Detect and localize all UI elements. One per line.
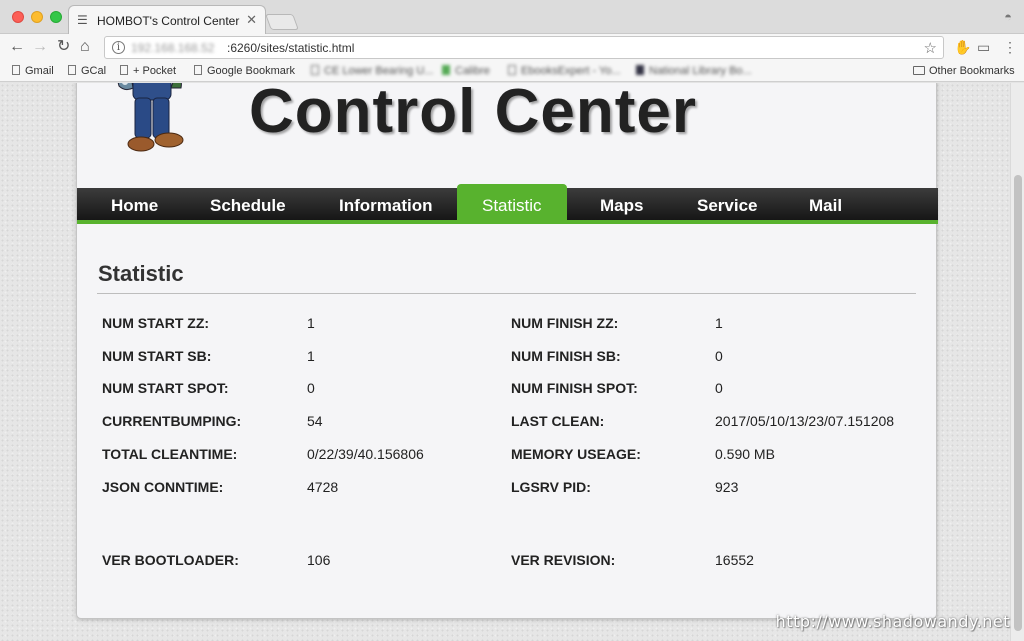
bookmark-label: CE Lower Bearing U... bbox=[324, 65, 434, 77]
stat-value: 2017/05/10/13/23/07.151208 bbox=[715, 413, 895, 429]
stat-label: VER REVISION: bbox=[511, 552, 616, 568]
content-card: Control Center Home Schedule Information… bbox=[76, 83, 938, 619]
page-icon bbox=[120, 65, 128, 75]
stat-value: 1 bbox=[715, 315, 723, 331]
page-icon bbox=[12, 65, 20, 75]
bookmark-item[interactable]: EbooksExpert - Yo... bbox=[508, 65, 621, 77]
zoom-window-button[interactable] bbox=[50, 11, 62, 23]
bookmark-item[interactable]: CE Lower Bearing U... bbox=[311, 65, 433, 77]
stat-label: NUM FINISH SPOT: bbox=[511, 380, 638, 396]
nav-service[interactable]: Service bbox=[697, 196, 758, 216]
sliders-icon: ☰ bbox=[77, 13, 88, 27]
home-icon[interactable]: ⌂ bbox=[80, 38, 90, 56]
bookmark-label: Gmail bbox=[25, 65, 54, 77]
stat-value: 54 bbox=[307, 413, 323, 429]
stat-value: 0 bbox=[307, 380, 315, 396]
stat-value: 0 bbox=[715, 380, 723, 396]
url-path: :6260/sites/statistic.html bbox=[227, 41, 355, 55]
bookmark-label: Google Bookmark bbox=[207, 65, 296, 77]
stat-label: TOTAL CLEANTIME: bbox=[102, 446, 238, 462]
stat-value: 0/22/39/40.156806 bbox=[307, 446, 424, 462]
nav-statistic[interactable]: Statistic bbox=[457, 184, 567, 224]
bookmarks-bar: Gmail GCal + Pocket Google Bookmark CE L… bbox=[0, 62, 1024, 82]
scroll-thumb[interactable] bbox=[1014, 175, 1022, 631]
page-icon bbox=[68, 65, 76, 75]
nav-schedule[interactable]: Schedule bbox=[210, 196, 286, 216]
stat-label: LAST CLEAN: bbox=[511, 413, 605, 429]
nav-mail[interactable]: Mail bbox=[809, 196, 842, 216]
stat-value: 1 bbox=[307, 315, 315, 331]
stat-label: NUM START SPOT: bbox=[102, 380, 229, 396]
extension-icon[interactable]: ✋ bbox=[954, 39, 971, 56]
stat-value: 0 bbox=[715, 348, 723, 364]
watermark: http://www.shadowandy.net bbox=[775, 612, 1010, 631]
close-window-button[interactable] bbox=[12, 11, 24, 23]
stat-label: LGSRV PID: bbox=[511, 479, 591, 495]
menu-dots-icon[interactable]: ⋮ bbox=[1003, 39, 1017, 56]
forward-arrow-icon[interactable]: → bbox=[32, 38, 48, 56]
stat-value: 106 bbox=[307, 552, 331, 568]
stat-label: NUM START SB: bbox=[102, 348, 212, 364]
bookmark-item[interactable]: Google Bookmark bbox=[194, 65, 295, 77]
bookmark-label: Calibre bbox=[455, 65, 490, 77]
stat-value: 1 bbox=[307, 348, 315, 364]
url-host: 192.168.168.52 bbox=[131, 41, 215, 55]
bookmark-item[interactable]: GCal bbox=[68, 65, 106, 77]
stat-label: VER BOOTLOADER: bbox=[102, 552, 239, 568]
page-scrollbar[interactable] bbox=[1010, 83, 1024, 641]
browser-tab-active[interactable]: ☰ HOMBOT's Control Center ✕ bbox=[68, 5, 266, 35]
tab-title: HOMBOT's Control Center bbox=[97, 14, 240, 28]
browser-toolbar: ← → ↻ ⌂ i 192.168.168.52 :6260/sites/sta… bbox=[0, 34, 1024, 62]
library-icon bbox=[636, 65, 644, 75]
stat-label: NUM FINISH SB: bbox=[511, 348, 621, 364]
bookmark-label: GCal bbox=[81, 65, 107, 77]
main-nav: Home Schedule Information Statistic Maps… bbox=[77, 184, 938, 224]
bookmark-item[interactable]: National Library Bo... bbox=[636, 65, 752, 77]
new-tab-button[interactable] bbox=[265, 14, 299, 30]
incognito-profile-icon[interactable]: ◓ bbox=[1004, 9, 1012, 24]
nav-maps[interactable]: Maps bbox=[600, 196, 643, 216]
divider bbox=[97, 293, 916, 294]
bookmark-item[interactable]: Calibre bbox=[442, 65, 490, 77]
calibre-icon bbox=[442, 65, 450, 75]
bookmark-label: EbooksExpert - Yo... bbox=[521, 65, 621, 77]
reload-icon[interactable]: ↻ bbox=[57, 38, 70, 56]
bookmark-star-icon[interactable]: ☆ bbox=[924, 39, 937, 57]
back-arrow-icon[interactable]: ← bbox=[9, 38, 25, 56]
page-viewport: Control Center Home Schedule Information… bbox=[0, 83, 1024, 641]
stat-value: 0.590 MB bbox=[715, 446, 775, 462]
other-bookmarks[interactable]: Other Bookmarks bbox=[913, 65, 1015, 77]
other-bookmarks-label: Other Bookmarks bbox=[929, 65, 1015, 77]
nav-information[interactable]: Information bbox=[339, 196, 433, 216]
stat-value: 923 bbox=[715, 479, 739, 495]
stat-value: 16552 bbox=[715, 552, 754, 568]
bookmark-item[interactable]: Gmail bbox=[12, 65, 54, 77]
robot-mascot-image bbox=[117, 83, 184, 152]
stat-label: NUM START ZZ: bbox=[102, 315, 210, 331]
close-tab-icon[interactable]: ✕ bbox=[246, 12, 257, 28]
bookmark-item[interactable]: + Pocket bbox=[120, 65, 176, 77]
browser-titlebar: ☰ HOMBOT's Control Center ✕ ◓ bbox=[0, 0, 1024, 35]
page-icon bbox=[194, 65, 202, 75]
folder-icon bbox=[913, 66, 925, 75]
site-title: Control Center bbox=[249, 83, 697, 146]
info-icon[interactable]: i bbox=[112, 41, 125, 54]
bookmark-label: + Pocket bbox=[133, 65, 177, 77]
address-bar[interactable]: i 192.168.168.52 :6260/sites/statistic.h… bbox=[104, 36, 944, 59]
page-icon bbox=[508, 65, 516, 75]
page-icon bbox=[311, 65, 319, 75]
stat-label: NUM FINISH ZZ: bbox=[511, 315, 619, 331]
cast-icon[interactable]: ▭ bbox=[977, 39, 990, 56]
stat-label: MEMORY USEAGE: bbox=[511, 446, 641, 462]
stat-label: CURRENTBUMPING: bbox=[102, 413, 242, 429]
stat-value: 4728 bbox=[307, 479, 339, 495]
stat-label: JSON CONNTIME: bbox=[102, 479, 224, 495]
bookmark-label: National Library Bo... bbox=[649, 65, 752, 77]
minimize-window-button[interactable] bbox=[31, 11, 43, 23]
nav-home[interactable]: Home bbox=[111, 196, 158, 216]
section-heading: Statistic bbox=[98, 261, 184, 286]
